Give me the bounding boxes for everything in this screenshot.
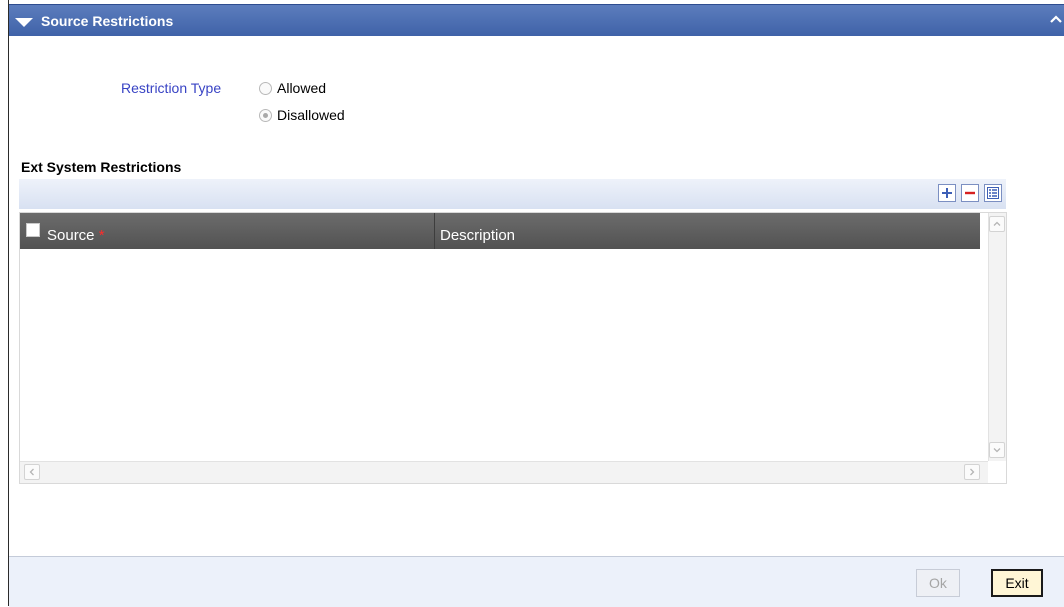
source-restrictions-window: Source Restrictions Restriction Type All… [8, 0, 1064, 607]
delete-row-button[interactable] [961, 184, 979, 202]
expand-triangle-icon[interactable] [15, 18, 33, 27]
minus-icon [965, 191, 975, 195]
column-divider [434, 213, 435, 249]
radio-disallowed[interactable]: Disallowed [259, 107, 345, 123]
collapse-chevron-icon[interactable] [1048, 11, 1064, 27]
exit-button[interactable]: Exit [991, 569, 1043, 597]
source-header-label: Source [47, 227, 95, 244]
select-all-checkbox[interactable] [26, 223, 40, 237]
radio-disallowed-button[interactable] [259, 108, 272, 122]
scroll-down-icon[interactable] [989, 442, 1005, 458]
column-header-description[interactable]: Description [440, 227, 515, 244]
scroll-left-icon[interactable] [24, 464, 40, 480]
section-header: Source Restrictions [9, 4, 1064, 36]
horizontal-scrollbar[interactable] [20, 461, 988, 483]
restriction-type-label: Restriction Type [121, 80, 222, 96]
grid-toolbar [19, 179, 1006, 209]
radio-disallowed-label: Disallowed [277, 107, 345, 123]
radio-allowed[interactable]: Allowed [259, 80, 326, 96]
grid-header-row: Source * Description [20, 213, 980, 249]
required-marker: * [98, 227, 105, 244]
radio-allowed-button[interactable] [259, 81, 272, 95]
single-view-button[interactable] [984, 184, 1002, 202]
vertical-scrollbar[interactable] [988, 213, 1006, 461]
radio-allowed-label: Allowed [277, 80, 327, 96]
plus-icon [942, 188, 952, 198]
scroll-right-icon[interactable] [964, 464, 980, 480]
ext-system-restrictions-title: Ext System Restrictions [21, 159, 182, 175]
footer-bar: Ok Exit [9, 556, 1064, 607]
section-title: Source Restrictions [41, 13, 174, 29]
ext-system-grid: Source * Description [19, 212, 1007, 484]
ok-button[interactable]: Ok [916, 569, 960, 597]
add-row-button[interactable] [938, 184, 956, 202]
single-view-icon [987, 187, 999, 199]
column-header-source[interactable]: Source * [47, 227, 105, 244]
scroll-up-icon[interactable] [989, 216, 1005, 232]
